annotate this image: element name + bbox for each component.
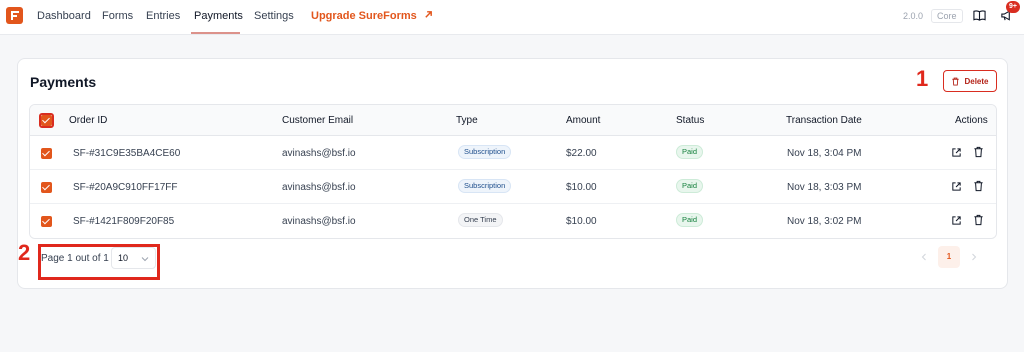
row-checkbox[interactable] (41, 182, 52, 193)
active-tab-indicator (191, 32, 240, 34)
table-row[interactable]: SF-#1421F809F20F85 avinashs@bsf.io One T… (30, 204, 996, 238)
col-type[interactable]: Type (456, 115, 478, 126)
table-row[interactable]: SF-#20A9C910FF17FF avinashs@bsf.io Subsc… (30, 170, 996, 204)
select-all-checkbox[interactable] (41, 115, 52, 126)
col-status[interactable]: Status (676, 115, 704, 126)
col-order-id[interactable]: Order ID (69, 115, 107, 126)
status-badge: Paid (676, 145, 704, 159)
annotation-highlight (39, 113, 54, 128)
col-amount[interactable]: Amount (566, 115, 600, 126)
external-link-icon[interactable] (951, 215, 962, 226)
nav-forms[interactable]: Forms (102, 10, 133, 22)
chevron-right-icon[interactable] (970, 253, 978, 261)
transaction-date: Nov 18, 3:04 PM (787, 148, 862, 159)
amount: $10.00 (566, 182, 597, 193)
status-badge: Paid (676, 179, 704, 193)
transaction-date: Nov 18, 3:03 PM (787, 182, 862, 193)
type-badge: Subscription (458, 145, 512, 159)
arrow-up-right-icon (425, 11, 432, 18)
col-customer-email[interactable]: Customer Email (282, 115, 353, 126)
nav-payments[interactable]: Payments (194, 10, 243, 22)
col-actions: Actions (955, 115, 988, 126)
amount: $10.00 (566, 216, 597, 227)
type-badge: One Time (458, 213, 503, 227)
upgrade-link[interactable]: Upgrade SureForms (311, 10, 433, 22)
type-badge: Subscription (458, 179, 512, 193)
customer-email: avinashs@bsf.io (282, 216, 356, 227)
book-open-icon[interactable] (973, 9, 986, 22)
nav-dashboard[interactable]: Dashboard (37, 10, 91, 22)
chevron-left-icon[interactable] (920, 253, 928, 261)
version-text: 2.0.0 (903, 11, 924, 21)
col-transaction-date[interactable]: Transaction Date (786, 115, 862, 126)
top-navigation-bar: Dashboard Forms Entries Payments Setting… (0, 0, 1024, 35)
trash-icon[interactable] (973, 146, 984, 158)
payments-table: Order ID Customer Email Type Amount Stat… (29, 104, 997, 239)
annotation-number: 1 (916, 66, 929, 91)
sureforms-logo-icon[interactable] (6, 7, 23, 24)
page-title: Payments (30, 74, 97, 90)
chevron-down-icon (141, 257, 149, 262)
per-page-select[interactable]: 10 (111, 247, 156, 269)
notification-count-badge: 9+ (1006, 1, 1020, 13)
amount: $22.00 (566, 148, 597, 159)
transaction-date: Nov 18, 3:02 PM (787, 216, 862, 227)
upgrade-label: Upgrade SureForms (311, 10, 417, 22)
order-id: SF-#1421F809F20F85 (73, 216, 175, 227)
delete-button[interactable]: Delete (943, 70, 997, 92)
status-badge: Paid (676, 213, 704, 227)
table-row[interactable]: SF-#31C9E35BA4CE60 avinashs@bsf.io Subsc… (30, 136, 996, 170)
row-checkbox[interactable] (41, 216, 52, 227)
trash-icon[interactable] (973, 180, 984, 192)
customer-email: avinashs@bsf.io (282, 148, 356, 159)
row-checkbox[interactable] (41, 148, 52, 159)
trash-icon[interactable] (973, 214, 984, 226)
per-page-value: 10 (118, 253, 129, 263)
nav-entries[interactable]: Entries (146, 10, 180, 22)
page-number-button[interactable]: 1 (938, 246, 960, 268)
annotation-number: 2 (18, 240, 31, 265)
external-link-icon[interactable] (951, 147, 962, 158)
plan-badge: Core (931, 9, 963, 23)
order-id: SF-#20A9C910FF17FF (73, 182, 178, 193)
payments-card: Payments Delete Order ID Customer Email … (17, 58, 1008, 289)
order-id: SF-#31C9E35BA4CE60 (73, 148, 181, 159)
page-info-text: Page 1 out of 1 (41, 253, 109, 264)
nav-settings[interactable]: Settings (254, 10, 294, 22)
trash-icon (952, 77, 960, 86)
table-header: Order ID Customer Email Type Amount Stat… (30, 105, 996, 136)
delete-label: Delete (964, 76, 989, 86)
external-link-icon[interactable] (951, 181, 962, 192)
customer-email: avinashs@bsf.io (282, 182, 356, 193)
